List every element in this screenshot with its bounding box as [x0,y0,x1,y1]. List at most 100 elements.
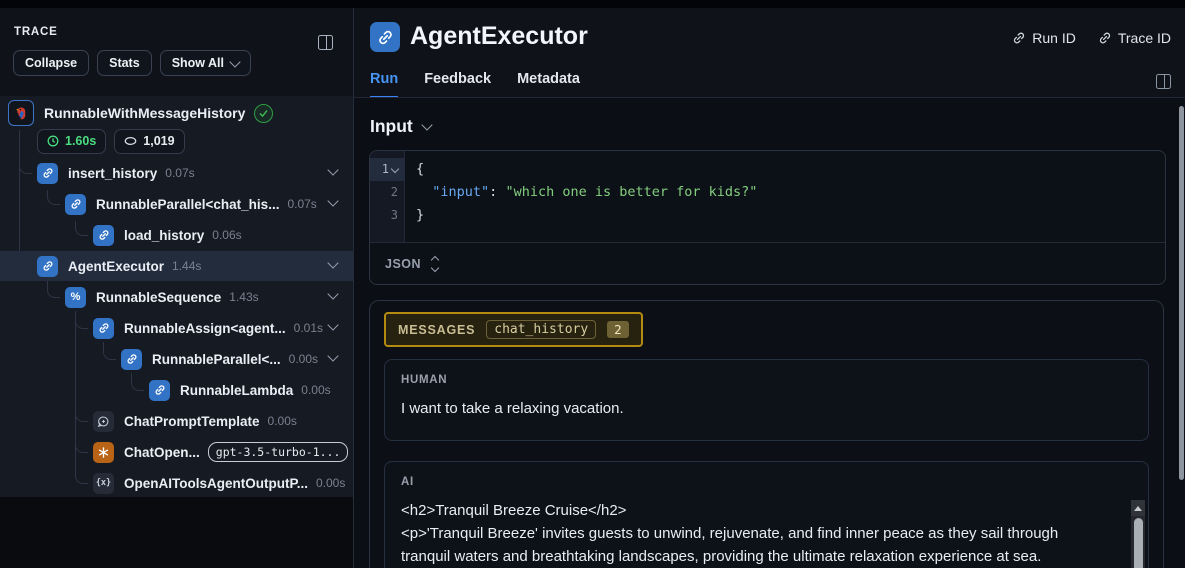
trace-row-runnable-parallel-chat[interactable]: RunnableParallel<chat_his... 0.07s [0,189,353,219]
ai-message-card: AI <h2>Tranquil Breeze Cruise</h2> <p>'T… [384,461,1149,568]
message-role-label: AI [401,476,414,488]
message-text: <h2>Tranquil Breeze Cruise</h2> <p>'Tran… [401,502,1059,565]
trace-node-duration: 1.43s [229,290,259,304]
page-title: AgentExecutor [410,22,588,50]
line-number: 3 [390,208,398,222]
message-text: I want to take a relaxing vacation. [401,400,624,417]
trace-node-duration: 1.44s [172,259,202,273]
token-count-badge: 1,019 [114,128,185,154]
latency-badge: 1.60s [37,128,107,154]
message-scrollbar[interactable] [1131,500,1145,568]
trace-row-agent-executor[interactable]: AgentExecutor 1.44s [0,251,353,281]
window-top-strip [0,0,1185,8]
trace-toolbar: Collapse Stats Show All [13,50,252,76]
trace-node-duration: 0.01s [293,321,324,335]
messages-panel: MESSAGES chat_history 2 HUMAN I want to … [369,300,1164,568]
message-role-label: HUMAN [401,374,448,386]
trace-node-duration: 0.00s [288,352,319,366]
run-id-button[interactable]: Run ID [1012,30,1076,46]
input-json-editor[interactable]: 1 { 2 "input": "which one is better for … [369,150,1166,285]
token-oval-icon [124,137,137,145]
stats-button[interactable]: Stats [97,50,152,76]
line-number: 2 [390,185,398,199]
trace-node-label: RunnableParallel<... [152,351,281,367]
code-line: { [416,161,425,177]
scrollbar-thumb[interactable] [1179,106,1184,480]
trace-row-runnable-lambda[interactable]: RunnableLambda 0.00s [0,375,353,405]
format-toggle-icon[interactable] [430,255,440,272]
chevron-down-icon[interactable] [327,164,339,176]
chain-link-icon [370,22,400,52]
trace-node-label: insert_history [68,165,158,181]
link-icon [1014,32,1025,44]
main-scrollbar[interactable] [1179,100,1184,568]
code-area: 1 { 2 "input": "which one is better for … [370,151,1165,242]
chevron-down-icon[interactable] [327,350,339,362]
line-number: 1 [370,158,404,181]
chevron-down-icon[interactable] [327,319,339,331]
variable-tag: chat_history [486,320,597,339]
tab-metadata[interactable]: Metadata [517,71,580,99]
trace-node-duration: 0.00s [301,383,331,397]
trace-row-runnable-parallel[interactable]: RunnableParallel<... 0.00s [0,344,353,374]
trace-row-runnable-sequence[interactable]: % RunnableSequence 1.43s [0,282,353,312]
success-check-icon [254,103,274,123]
show-all-dropdown[interactable]: Show All [159,50,252,76]
trace-node-duration: 0.00s [267,414,297,428]
side-panel-toggle-icon[interactable] [1156,74,1171,89]
chevron-down-icon[interactable] [327,288,339,300]
trace-row-root[interactable]: RunnableWithMessageHistory [0,98,353,128]
messages-label: MESSAGES [398,322,476,337]
trace-row-chat-openai[interactable]: ChatOpen... gpt-3.5-turbo-1... 1.41s [0,437,386,467]
sequence-icon: % [65,286,86,308]
message-count-badge: 2 [607,321,629,338]
chevron-down-icon[interactable] [327,195,339,207]
format-selector[interactable]: JSON [385,257,421,271]
trace-node-label: RunnableSequence [96,289,222,305]
chain-link-icon [37,255,58,277]
trace-id-button[interactable]: Trace ID [1098,30,1171,46]
tab-feedback[interactable]: Feedback [424,71,491,99]
trace-node-label: ChatPromptTemplate [124,413,260,429]
openai-icon [93,441,114,463]
trace-node-label: RunnableWithMessageHistory [44,105,246,121]
chat-bubble-icon [93,410,114,432]
chevron-down-icon[interactable] [327,257,339,269]
fold-chevron-icon[interactable] [390,164,400,173]
trace-row-output-parser[interactable]: {x} OpenAIToolsAgentOutputP... 0.00s [0,468,353,498]
trace-node-label: load_history [124,227,205,243]
sidebar-empty-area [0,497,353,568]
trace-root-badges: 1.60s 1,019 [0,126,353,156]
chain-link-icon [121,348,142,370]
trace-node-label: AgentExecutor [68,258,165,274]
trace-row-insert-history[interactable]: insert_history 0.07s [0,158,353,188]
model-tag: gpt-3.5-turbo-1... [207,442,349,462]
input-section-heading[interactable]: Input [370,116,433,137]
trace-node-duration: 0.07s [165,166,195,180]
trace-row-runnable-assign[interactable]: RunnableAssign<agent... 0.01s [0,313,353,343]
editor-footer: JSON [370,242,1165,284]
trace-node-label: RunnableAssign<agent... [124,320,286,336]
chain-link-icon [93,317,114,339]
chain-link-icon [65,193,86,215]
trace-row-load-history[interactable]: load_history 0.06s [0,220,353,250]
trace-node-label: ChatOpen... [124,444,200,460]
parser-braces-icon: {x} [93,472,114,494]
run-detail-panel: AgentExecutor Run ID Trace ID Run Feedba… [354,8,1185,568]
clock-icon [47,135,59,147]
scrollbar-thumb[interactable] [1133,518,1143,568]
trace-node-label: RunnableParallel<chat_his... [96,196,280,212]
link-icon [1099,32,1110,44]
trace-node-label: RunnableLambda [180,382,294,398]
trace-node-label: OpenAIToolsAgentOutputP... [124,475,308,491]
chevron-down-icon [421,119,433,131]
collapse-button[interactable]: Collapse [13,50,90,76]
sidebar-toggle-icon[interactable] [318,35,333,50]
tab-run[interactable]: Run [370,71,399,99]
scroll-up-button[interactable] [1131,500,1145,516]
run-tabs: Run Feedback Metadata [370,71,580,99]
trace-row-chat-prompt-template[interactable]: ChatPromptTemplate 0.00s [0,406,353,436]
chevron-down-icon [229,55,241,68]
messages-highlight-box[interactable]: MESSAGES chat_history 2 [384,312,643,347]
chain-link-icon [37,162,58,184]
